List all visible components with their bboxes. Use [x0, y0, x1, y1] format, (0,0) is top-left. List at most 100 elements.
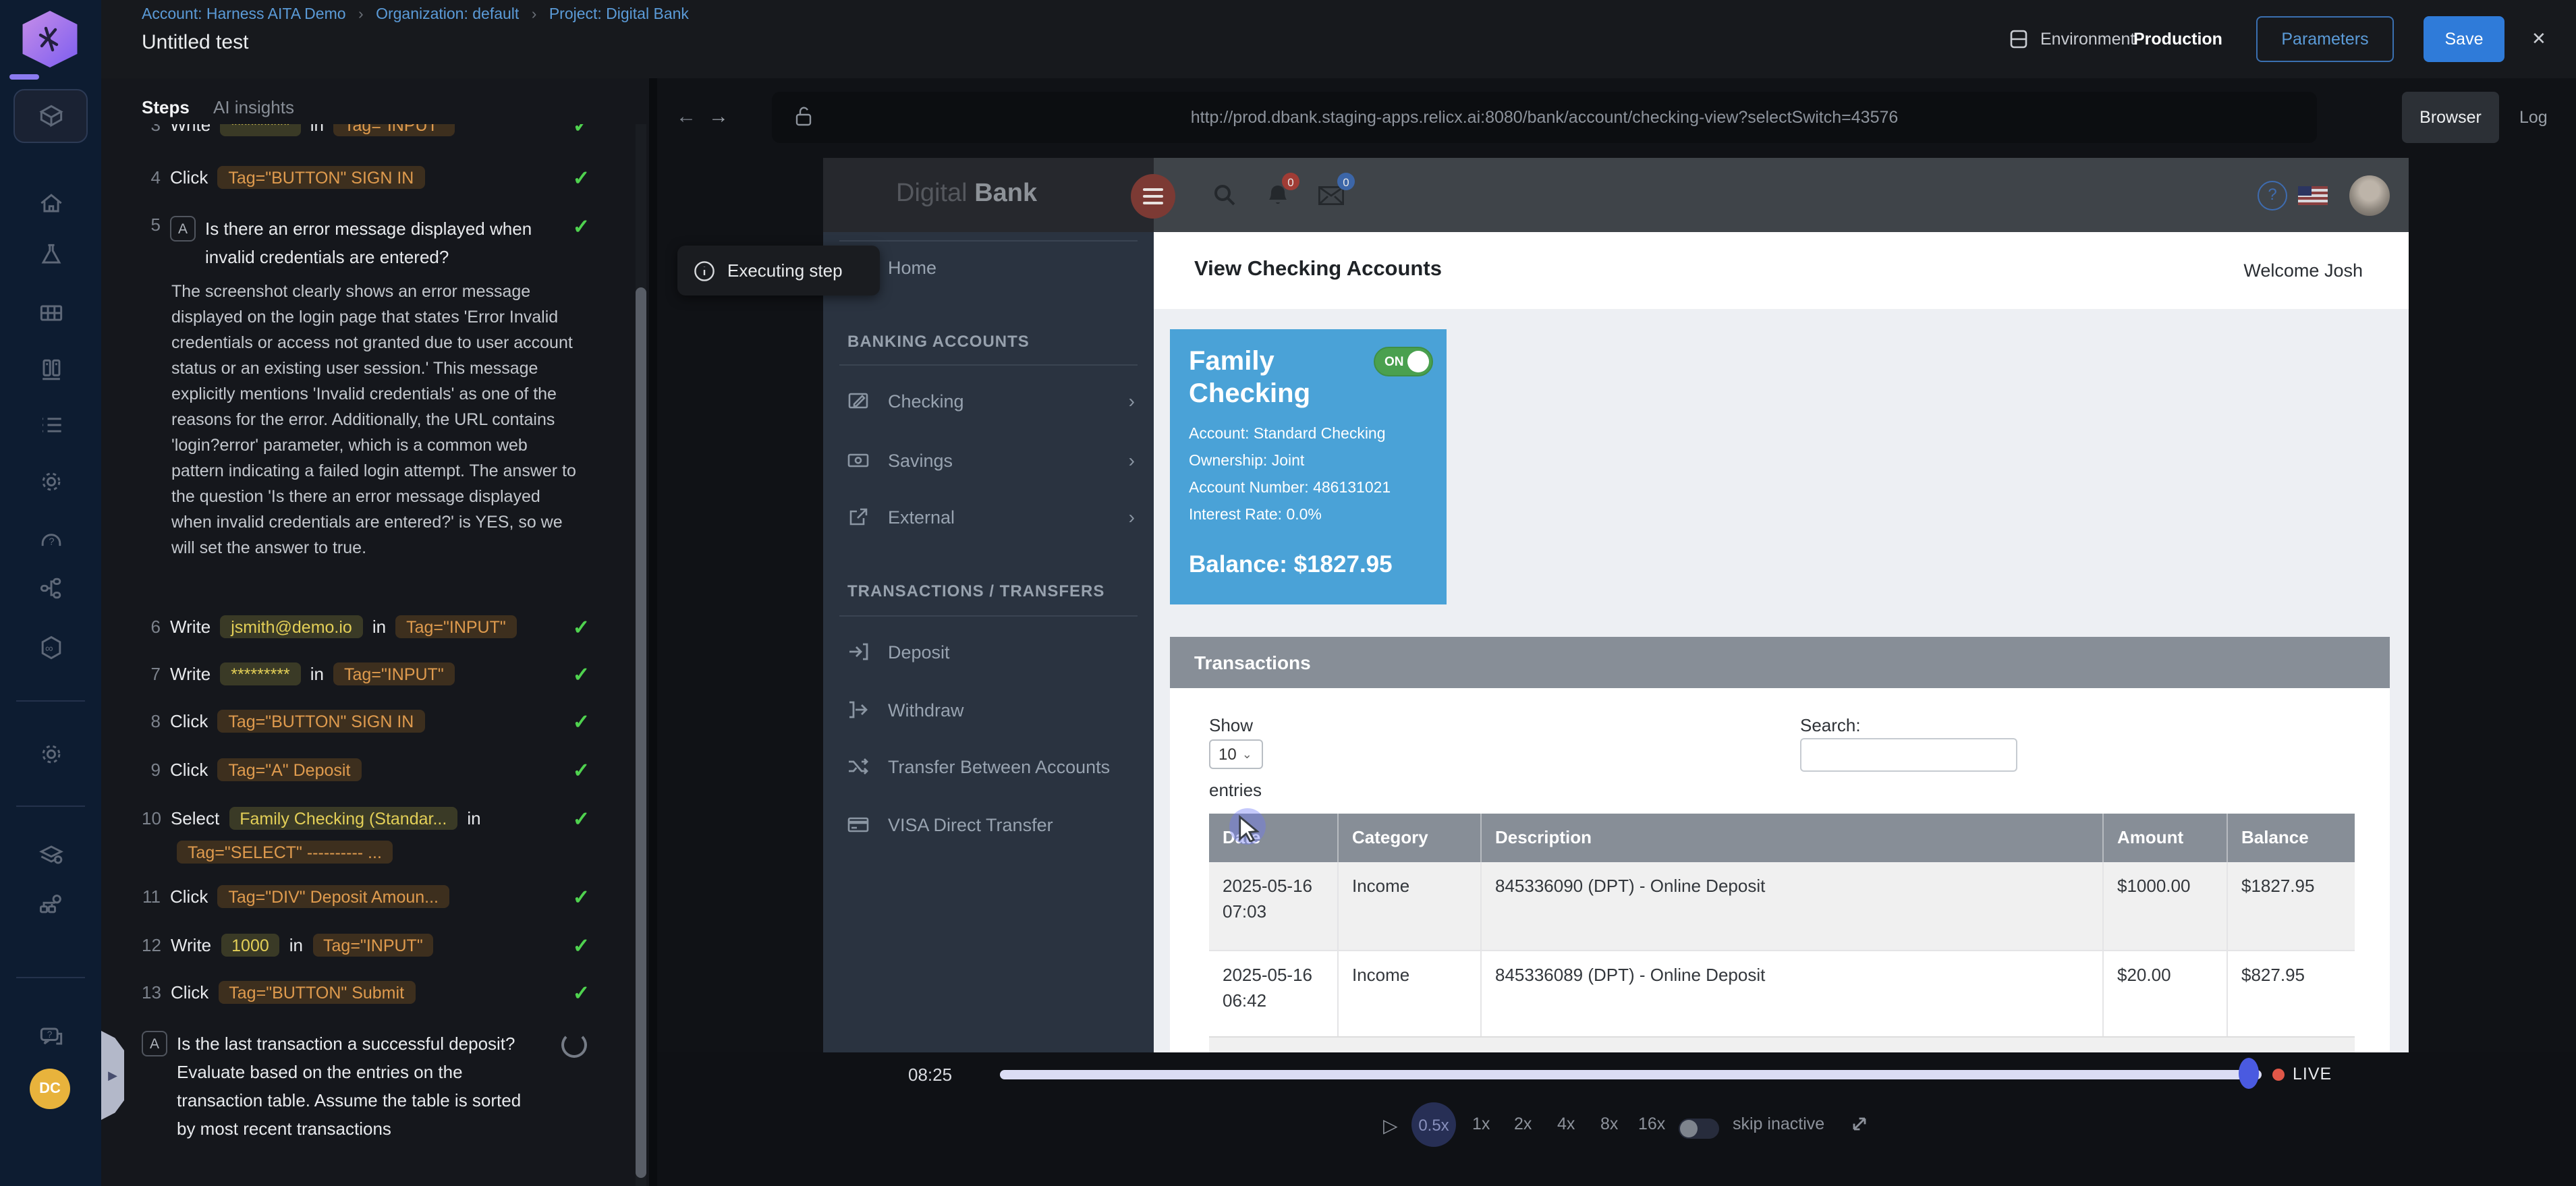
language-flag-icon[interactable] [2298, 186, 2328, 205]
bank-page-title: View Checking Accounts [1194, 258, 1442, 282]
account-toggle[interactable]: ON [1374, 347, 1433, 376]
step-row-final-assertion[interactable]: A Is the last transaction a successful d… [142, 1029, 609, 1143]
speed-0-5x[interactable]: 0.5x [1411, 1102, 1456, 1147]
chat-help-icon[interactable]: ? [36, 1021, 65, 1051]
assertion-badge: A [142, 1031, 167, 1056]
step-selector-chip: Tag="SELECT" ---------- ... [177, 841, 393, 864]
shuffle-icon [847, 756, 869, 777]
org-settings-icon[interactable] [36, 889, 65, 919]
timeline-scrubber[interactable] [2239, 1058, 2259, 1089]
step-selector-chip: Tag="BUTTON" SIGN IN [217, 710, 424, 733]
cube-module-icon[interactable] [36, 101, 65, 131]
tab-ai-insights[interactable]: AI insights [213, 97, 294, 117]
live-dot [2272, 1069, 2285, 1081]
timeline-track[interactable] [1000, 1070, 2262, 1079]
help-headset-icon[interactable]: ? [36, 525, 65, 555]
table-grid-icon[interactable] [36, 298, 65, 328]
parameters-button[interactable]: Parameters [2256, 16, 2394, 62]
breadcrumb-project[interactable]: Project: Digital Bank [549, 7, 689, 23]
play-button[interactable]: ▷ [1383, 1114, 1398, 1137]
step-row-12[interactable]: 12 Write 1000 in Tag="INPUT" ✓ [142, 934, 609, 957]
col-balance[interactable]: Balance [2228, 814, 2355, 862]
table-header-row: Date Category Description Amount Balance [1209, 814, 2355, 862]
assertion-explanation: The screenshot clearly shows an error me… [171, 279, 576, 561]
environment-value: Production [2133, 30, 2222, 49]
steps-scrollbar-thumb[interactable] [636, 287, 646, 1178]
sidebar-item-checking[interactable]: Checking › [823, 380, 1154, 421]
step-row-8[interactable]: 8 Click Tag="BUTTON" SIGN IN ✓ [142, 710, 609, 733]
sidebar-item-transfer[interactable]: Transfer Between Accounts [823, 746, 1154, 787]
search-input[interactable] [1800, 738, 2017, 772]
col-description[interactable]: Description [1482, 814, 2104, 862]
assertion-text: Is the last transaction a successful dep… [177, 1029, 544, 1143]
step-row-11[interactable]: 11 Click Tag="DIV" Deposit Amoun... ✓ [142, 885, 609, 908]
step-row-5[interactable]: 5 A Is there an error message displayed … [142, 215, 609, 271]
browser-forward-icon[interactable]: → [708, 105, 729, 128]
active-module-indicator [9, 74, 39, 80]
gear-icon[interactable] [36, 467, 65, 497]
sidebar-item-external[interactable]: External › [823, 497, 1154, 537]
step-row-10-selector[interactable]: Tag="SELECT" ---------- ... [177, 841, 644, 864]
speed-16x[interactable]: 16x [1638, 1114, 1665, 1133]
user-avatar[interactable]: DC [30, 1069, 70, 1109]
environments-icon[interactable] [36, 355, 65, 385]
col-category[interactable]: Category [1339, 814, 1482, 862]
speed-1x[interactable]: 1x [1472, 1114, 1490, 1133]
chaos-infinity-icon[interactable]: ∞ [36, 633, 65, 662]
step-success-icon: ✓ [573, 934, 590, 958]
pipeline-icon[interactable] [36, 573, 65, 603]
step-success-icon: ✓ [573, 124, 590, 138]
list-icon[interactable] [36, 410, 65, 440]
transactions-body: Show 10 ⌄ entries Search: Date [1170, 688, 2390, 1052]
bank-sidebar: Home BANKING ACCOUNTS Checking › Savings… [823, 232, 1154, 1052]
layers-settings-icon[interactable] [36, 839, 65, 869]
lab-flask-icon[interactable] [36, 240, 65, 270]
assertion-text: Is there an error message displayed when… [205, 215, 572, 271]
breadcrumb-organization[interactable]: Organization: default [376, 7, 519, 23]
svg-text:∞: ∞ [45, 642, 53, 654]
agent-cursor [1229, 808, 1270, 849]
col-amount[interactable]: Amount [2104, 814, 2228, 862]
sidebar-item-savings[interactable]: Savings › [823, 440, 1154, 480]
sidebar-divider [839, 615, 1138, 617]
url-bar[interactable]: http://prod.dbank.staging-apps.relicx.ai… [772, 92, 2317, 143]
step-row-10[interactable]: 10 Select Family Checking (Standar... in… [142, 807, 609, 830]
step-success-icon: ✓ [573, 885, 590, 909]
step-value-chip: 1000 [221, 934, 280, 957]
help-icon[interactable]: ? [2258, 181, 2287, 210]
step-row-7[interactable]: 7 Write ********* in Tag="INPUT" ✓ [142, 662, 609, 685]
search-icon[interactable] [1213, 183, 1236, 206]
step-success-icon: ✓ [573, 807, 590, 831]
sidebar-item-visa-transfer[interactable]: VISA Direct Transfer [823, 804, 1154, 845]
settings-gear-icon[interactable] [36, 739, 65, 769]
browser-back-icon[interactable]: ← [676, 105, 696, 128]
step-row-13[interactable]: 13 Click Tag="BUTTON" Submit ✓ [142, 981, 609, 1004]
skip-inactive-toggle[interactable] [1679, 1119, 1719, 1139]
table-row: 2025-05-1606:42 Income 845336089 (DPT) -… [1209, 950, 2355, 1036]
step-row-3[interactable]: 3 Write ********* in Tag="INPUT" ✓ [142, 124, 609, 136]
speed-4x[interactable]: 4x [1557, 1114, 1575, 1133]
col-date[interactable]: Date [1209, 814, 1339, 862]
speed-8x[interactable]: 8x [1600, 1114, 1618, 1133]
expand-icon[interactable] [1850, 1114, 1869, 1133]
home-icon[interactable] [36, 189, 65, 219]
tab-steps[interactable]: Steps [142, 97, 190, 117]
chevron-right-icon: › [1129, 506, 1135, 528]
step-row-4[interactable]: 4 Click Tag="BUTTON" SIGN IN ✓ [142, 166, 609, 189]
save-button[interactable]: Save [2424, 16, 2504, 62]
breadcrumb-account[interactable]: Account: Harness AITA Demo [142, 7, 346, 23]
entries-select[interactable]: 10 ⌄ [1209, 739, 1263, 769]
speed-2x[interactable]: 2x [1514, 1114, 1532, 1133]
mail-icon[interactable] [1318, 186, 1344, 205]
tab-browser[interactable]: Browser [2402, 92, 2499, 143]
url-text: http://prod.dbank.staging-apps.relicx.ai… [772, 108, 2317, 127]
menu-toggle-icon[interactable] [1131, 174, 1175, 219]
breadcrumb-separator: › [532, 7, 537, 23]
bank-user-avatar[interactable] [2349, 175, 2390, 216]
sidebar-item-withdraw[interactable]: Withdraw [823, 689, 1154, 730]
close-icon[interactable]: ✕ [2531, 28, 2546, 50]
tab-log[interactable]: Log [2519, 92, 2548, 143]
step-row-9[interactable]: 9 Click Tag="A" Deposit ✓ [142, 758, 609, 781]
sidebar-item-deposit[interactable]: Deposit [823, 631, 1154, 672]
step-row-6[interactable]: 6 Write jsmith@demo.io in Tag="INPUT" ✓ [142, 615, 609, 638]
